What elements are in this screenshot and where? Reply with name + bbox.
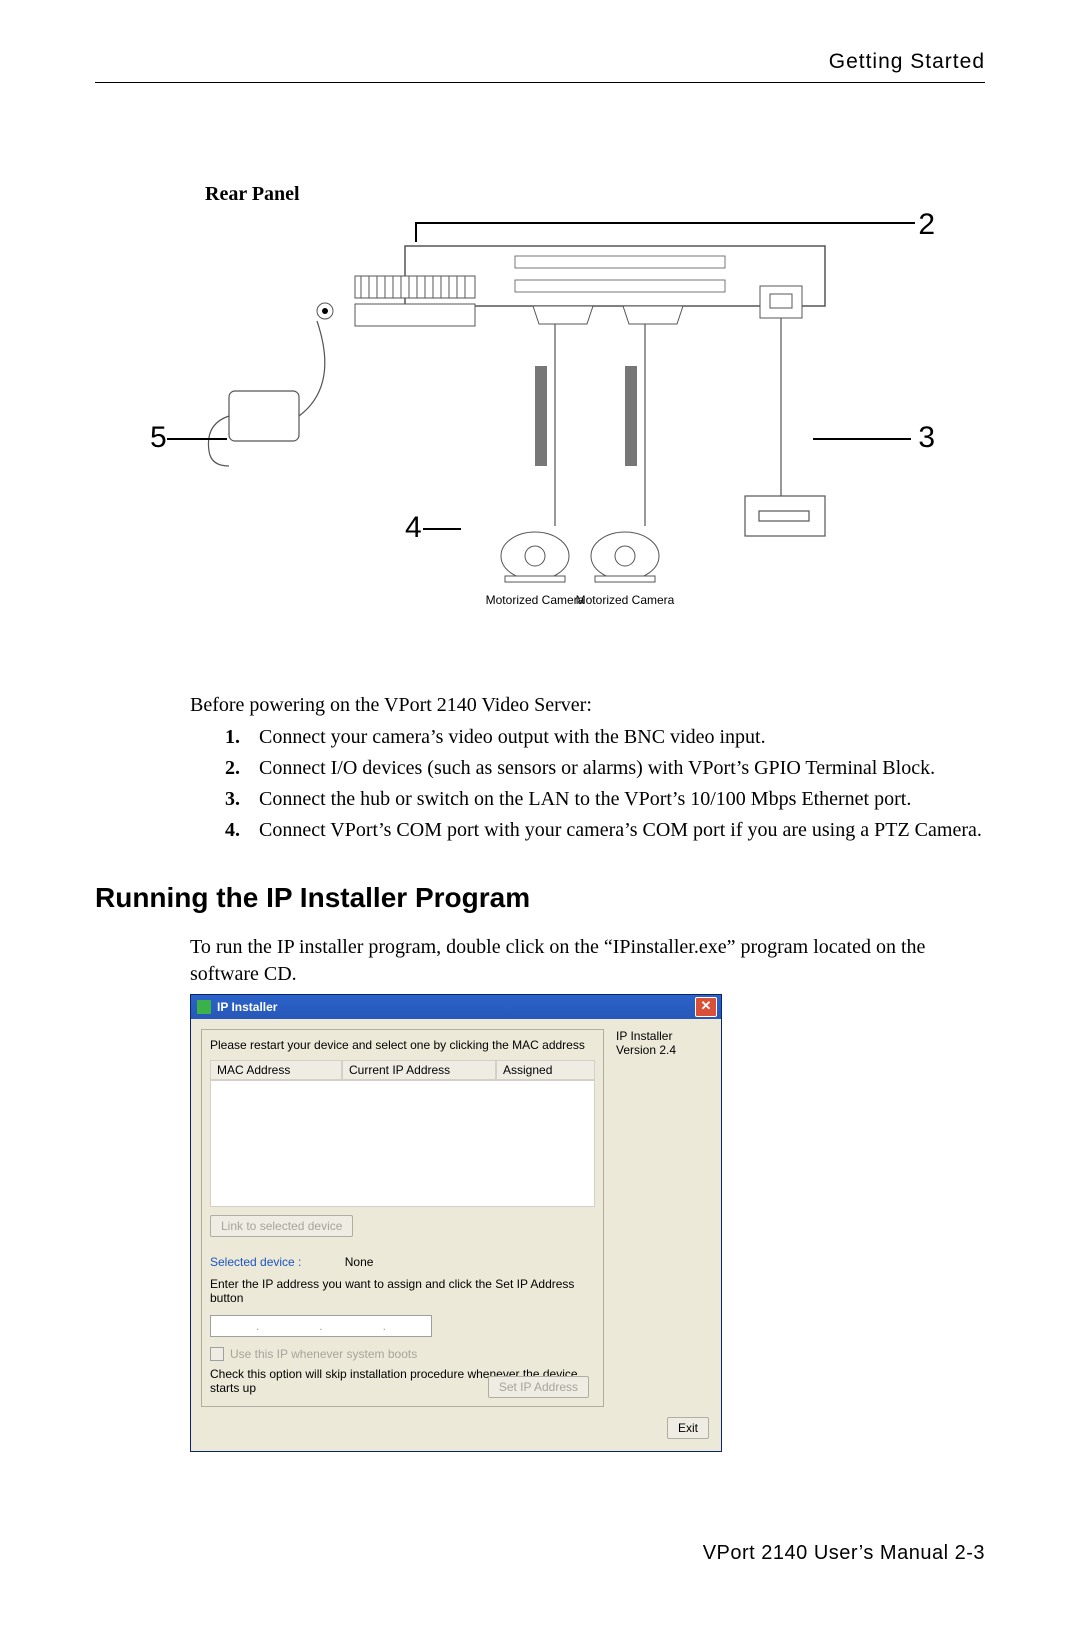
section-title: Running the IP Installer Program: [95, 882, 985, 914]
window-title: IP Installer: [217, 1000, 277, 1014]
step-text: Connect the hub or switch on the LAN to …: [259, 785, 911, 813]
col-ip[interactable]: Current IP Address: [342, 1060, 496, 1080]
app-name: IP Installer: [616, 1029, 711, 1043]
main-panel: Please restart your device and select on…: [201, 1029, 604, 1407]
step-num: 4.: [225, 816, 259, 844]
window-titlebar[interactable]: IP Installer ✕: [191, 995, 721, 1019]
step-text: Connect VPort’s COM port with your camer…: [259, 816, 982, 844]
callout-3: 3: [918, 421, 935, 455]
exit-button[interactable]: Exit: [667, 1417, 709, 1439]
rear-panel-diagram: Motorized Camera Motorized Camera 2 5 4 …: [205, 216, 925, 636]
close-icon: ✕: [701, 998, 712, 1013]
diagram-caption-cam2: Motorized Camera: [576, 593, 675, 607]
ip-sep: .: [319, 1319, 322, 1333]
step-3: 3.Connect the hub or switch on the LAN t…: [95, 785, 985, 813]
step-2: 2.Connect I/O devices (such as sensors o…: [95, 754, 985, 782]
callout-2: 2: [918, 208, 935, 242]
leader-line: [415, 222, 417, 242]
header-title: Getting Started: [95, 50, 985, 83]
selected-device-value: None: [345, 1255, 374, 1269]
step-num: 1.: [225, 723, 259, 751]
use-ip-on-boot-label: Use this IP whenever system boots: [230, 1347, 417, 1361]
selected-device-label: Selected device :: [210, 1255, 301, 1269]
app-icon: [197, 1000, 211, 1014]
leader-line: [167, 438, 227, 440]
link-device-button[interactable]: Link to selected device: [210, 1215, 353, 1237]
step-text: Connect your camera’s video output with …: [259, 723, 766, 751]
page-footer: VPort 2140 User’s Manual 2-3: [95, 1542, 985, 1565]
device-list-header: MAC Address Current IP Address Assigned: [210, 1060, 595, 1080]
ip-sep: .: [256, 1319, 259, 1333]
callout-5: 5: [150, 421, 167, 455]
section-intro: To run the IP installer program, double …: [95, 934, 985, 988]
close-button[interactable]: ✕: [695, 997, 717, 1017]
ip-address-input[interactable]: . . .: [210, 1315, 432, 1337]
leader-line: [415, 222, 915, 224]
preamble-text: Before powering on the VPort 2140 Video …: [95, 691, 985, 719]
rear-panel-heading: Rear Panel: [205, 183, 985, 206]
steps-list: 1.Connect your camera’s video output wit…: [95, 723, 985, 844]
step-4: 4.Connect VPort’s COM port with your cam…: [95, 816, 985, 844]
ip-sep: .: [383, 1319, 386, 1333]
diagram-caption-cam1: Motorized Camera: [486, 593, 585, 607]
step-text: Connect I/O devices (such as sensors or …: [259, 754, 935, 782]
step-num: 3.: [225, 785, 259, 813]
callout-4: 4: [405, 511, 422, 545]
set-ip-button[interactable]: Set IP Address: [488, 1376, 589, 1398]
ip-installer-window: IP Installer ✕ Please restart your devic…: [190, 994, 722, 1452]
step-num: 2.: [225, 754, 259, 782]
step-1: 1.Connect your camera’s video output wit…: [95, 723, 985, 751]
leader-line: [813, 438, 911, 440]
device-list[interactable]: [210, 1080, 595, 1207]
leader-line: [423, 528, 461, 530]
col-mac[interactable]: MAC Address: [210, 1060, 342, 1080]
enter-ip-text: Enter the IP address you want to assign …: [210, 1277, 595, 1305]
use-ip-on-boot-checkbox[interactable]: [210, 1347, 224, 1361]
col-assigned[interactable]: Assigned: [496, 1060, 595, 1080]
instruction-text: Please restart your device and select on…: [210, 1038, 595, 1052]
side-panel: IP Installer Version 2.4: [604, 1029, 711, 1407]
app-version: Version 2.4: [616, 1043, 711, 1057]
